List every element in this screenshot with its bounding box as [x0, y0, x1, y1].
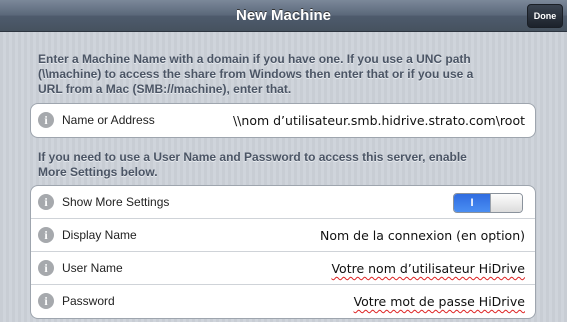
show-more-settings-row[interactable]: i Show More Settings I: [31, 186, 535, 219]
section-1-header: Enter a Machine Name with a domain if yo…: [38, 52, 538, 97]
section-1-header-line: (\\machine) to access the share from Win…: [38, 67, 474, 81]
done-button[interactable]: Done: [527, 4, 563, 28]
navigation-bar: New Machine Done: [0, 0, 567, 32]
address-group: i Name or Address \\nom d’utilisateur.sm…: [30, 103, 536, 138]
toggle-knob[interactable]: [490, 194, 522, 212]
section-2-header: If you need to use a User Name and Passw…: [38, 150, 538, 180]
name-or-address-field[interactable]: \\nom d’utilisateur.smb.hidrive.strato.c…: [233, 104, 525, 137]
info-icon[interactable]: i: [38, 260, 54, 276]
display-name-field[interactable]: Nom de la connexion (en option): [320, 219, 525, 252]
display-name-label: Display Name: [62, 228, 137, 242]
info-icon[interactable]: i: [38, 293, 54, 309]
name-or-address-label: Name or Address: [62, 113, 155, 127]
section-1-header-line: Enter a Machine Name with a domain if yo…: [38, 52, 471, 66]
show-more-settings-toggle[interactable]: I: [453, 193, 523, 213]
show-more-settings-label: Show More Settings: [62, 195, 170, 209]
info-icon[interactable]: i: [38, 227, 54, 243]
name-or-address-row[interactable]: i Name or Address \\nom d’utilisateur.sm…: [31, 104, 535, 137]
password-label: Password: [62, 294, 115, 308]
user-name-field[interactable]: Votre nom d’utilisateur HiDrive: [331, 252, 525, 285]
page-title: New Machine: [235, 7, 332, 24]
user-name-row[interactable]: i User Name Votre nom d’utilisateur HiDr…: [31, 252, 535, 285]
password-row[interactable]: i Password Votre mot de passe HiDrive: [31, 285, 535, 318]
password-field[interactable]: Votre mot de passe HiDrive: [354, 285, 525, 318]
info-icon[interactable]: i: [38, 112, 54, 128]
display-name-row[interactable]: i Display Name Nom de la connexion (en o…: [31, 219, 535, 252]
credentials-group: i Show More Settings I i Display Name No…: [30, 185, 536, 319]
section-1-header-line: URL from a Mac (SMB://machine), enter th…: [38, 82, 292, 96]
info-icon[interactable]: i: [38, 194, 54, 210]
user-name-label: User Name: [62, 261, 123, 275]
toggle-on-indicator: I: [454, 194, 490, 212]
section-2-header-line: If you need to use a User Name and Passw…: [38, 150, 467, 164]
section-2-header-line: More Settings below.: [38, 165, 158, 179]
